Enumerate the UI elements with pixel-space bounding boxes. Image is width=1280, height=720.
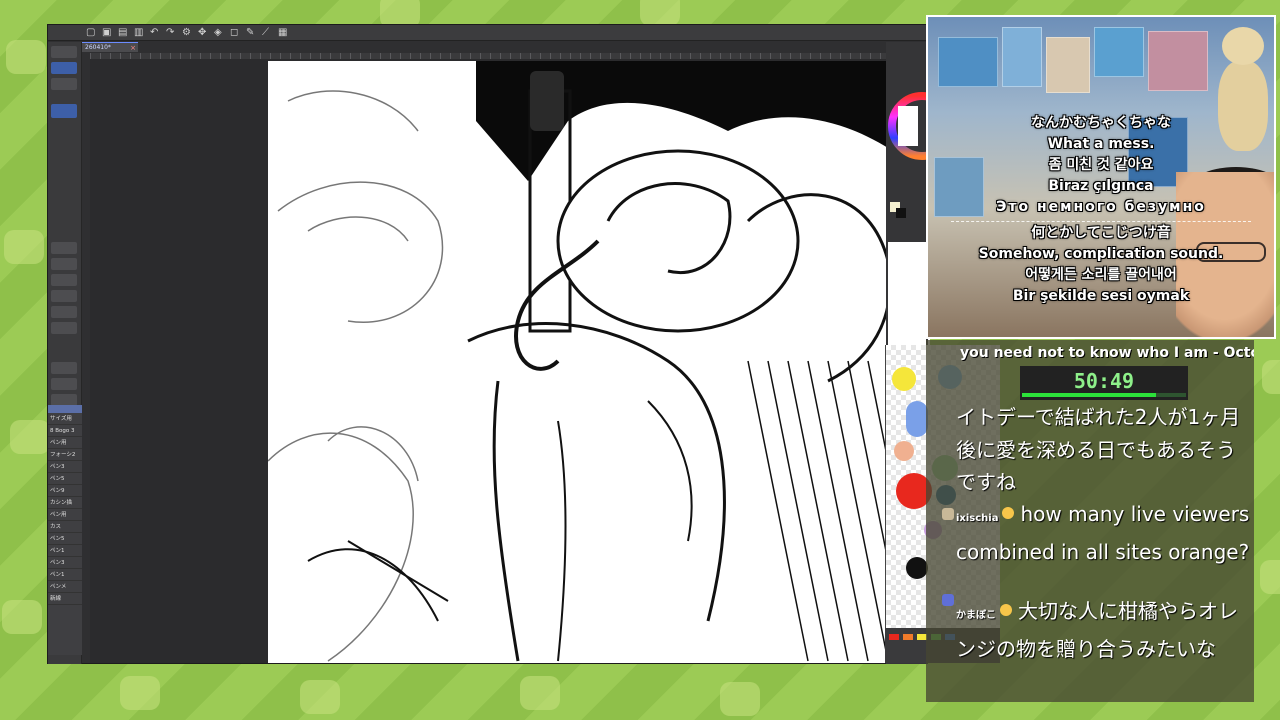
badge-icon <box>1000 603 1012 616</box>
webcam-feed: なんかむちゃくちゃな What a mess. 좀 미친 것 같아요 Biraz… <box>926 15 1276 339</box>
subtitle-line: Это немного безумно <box>996 199 1206 215</box>
sub-tool-item[interactable]: ペン3 <box>48 557 82 569</box>
drawing-app-window: ▢ ▣ ▤ ▥ ↶ ↷ ⚙ ✥ ◈ ◻ ✎ ⟋ ▦ 260410* × サイズ用… <box>47 24 930 664</box>
undo-icon[interactable]: ↶ <box>150 27 160 38</box>
chat-message: イトデーで結ばれた2人が1ヶ月後に愛を深める日でもあるそうですね <box>956 401 1252 499</box>
chat-username: かまぼこ <box>956 610 996 621</box>
color-chip[interactable] <box>903 634 913 640</box>
badge-icon <box>1002 506 1015 519</box>
transform-icon[interactable]: ✥ <box>198 27 208 38</box>
brush-size-1[interactable] <box>51 258 77 270</box>
chat-message-text: イトデーで結ばれた2人が1ヶ月後に愛を深める日でもあるそうですね <box>956 405 1241 494</box>
palette-swatch[interactable] <box>906 401 928 437</box>
brush-size-7[interactable] <box>51 378 77 390</box>
select-tool-button[interactable] <box>51 78 77 90</box>
sketch-illustration <box>268 61 930 662</box>
palette-swatch[interactable] <box>906 557 928 579</box>
sub-tool-item[interactable]: ペン5 <box>48 473 82 485</box>
ruler-icon[interactable]: ⟋ <box>262 27 272 38</box>
document-tab-label: 260410* <box>85 44 111 51</box>
sub-tool-item[interactable]: サイズ用 <box>48 413 82 425</box>
canvas-area[interactable] <box>90 59 930 663</box>
timer-progress-fill <box>1022 393 1157 397</box>
brush-size-6[interactable] <box>51 362 77 374</box>
color-wheel-icon[interactable] <box>886 72 928 192</box>
chat-message: かまぼこ 大切な人に柑橘やらオレンジの物を贈り合うみたいな <box>956 595 1252 665</box>
live-subtitles: なんかむちゃくちゃな What a mess. 좀 미친 것 같아요 Biraz… <box>928 113 1274 307</box>
subtitle-divider <box>951 221 1251 222</box>
pen-icon[interactable]: ✎ <box>246 27 256 38</box>
close-icon[interactable]: × <box>130 43 136 53</box>
drawing-canvas[interactable] <box>268 61 930 663</box>
command-bar: ▢ ▣ ▤ ▥ ↶ ↷ ⚙ ✥ ◈ ◻ ✎ ⟋ ▦ <box>48 25 926 41</box>
subtitle-line: What a mess. <box>1047 136 1155 152</box>
move-tool-button[interactable] <box>51 62 77 74</box>
brush-size-slider[interactable] <box>51 242 77 254</box>
sub-tool-panel: サイズ用 8 Bogo 3 ペン用 フォーシ2 ペン3 ペン5 ペン9 カシン描… <box>48 405 82 655</box>
sub-tool-item[interactable]: カシン描 <box>48 497 82 509</box>
brush-size-2[interactable] <box>51 274 77 286</box>
document-tab[interactable]: 260410* × <box>82 42 138 52</box>
sub-tool-item[interactable]: ペン5 <box>48 533 82 545</box>
avatar <box>942 508 954 520</box>
timer-progress-track <box>1022 393 1186 397</box>
pen-tool-button[interactable] <box>51 104 77 118</box>
sub-tool-item[interactable]: ペン3 <box>48 461 82 473</box>
brush-size-5[interactable] <box>51 322 77 334</box>
brush-size-3[interactable] <box>51 290 77 302</box>
subtitle-line: 何とかしてこじつけ音 <box>1031 225 1171 241</box>
new-file-icon[interactable]: ▢ <box>86 27 96 38</box>
zoom-tool-button[interactable] <box>51 46 77 58</box>
sub-tool-item[interactable]: ペン用 <box>48 509 82 521</box>
save-icon[interactable]: ▤ <box>118 27 128 38</box>
sub-tool-item[interactable]: ペンメ <box>48 581 82 593</box>
subtitle-line: 좀 미친 것 같아요 <box>1048 157 1154 173</box>
palette-swatch[interactable] <box>892 367 916 391</box>
sub-tool-item[interactable]: フォーシ2 <box>48 449 82 461</box>
chat-message-text: 大切な人に柑橘やらオレンジの物を贈り合うみたいな <box>956 599 1238 661</box>
sub-tool-item[interactable]: ペン9 <box>48 485 82 497</box>
select-icon[interactable]: ◻ <box>230 27 240 38</box>
sub-tool-item[interactable]: 新線 <box>48 593 82 605</box>
navigator-preview[interactable] <box>888 242 926 352</box>
sub-tool-item[interactable]: ペン1 <box>48 569 82 581</box>
sub-tool-item[interactable]: 8 Bogo 3 <box>48 425 82 437</box>
stream-timer: 50:49 <box>1020 366 1188 400</box>
chat-username: ixischia <box>956 513 999 524</box>
palette-swatch[interactable] <box>894 441 914 461</box>
timer-text: 50:49 <box>1073 369 1135 393</box>
subtitle-line: Biraz çılgınca <box>1048 178 1154 194</box>
redo-icon[interactable]: ↷ <box>166 27 176 38</box>
now-playing-text: you need not to know who I am - Octop <box>960 345 1254 361</box>
subtitle-line: 어떻게든 소리를 끌어내어 <box>1025 267 1177 283</box>
brush-size-4[interactable] <box>51 306 77 318</box>
sub-color-swatch[interactable] <box>896 208 906 218</box>
color-chip[interactable] <box>889 634 899 640</box>
subtitle-line: Somehow, complication sound. <box>978 246 1224 262</box>
open-file-icon[interactable]: ▣ <box>102 27 112 38</box>
settings-icon[interactable]: ⚙ <box>182 27 192 38</box>
print-icon[interactable]: ▥ <box>134 27 144 38</box>
sub-tool-item[interactable]: ペン用 <box>48 437 82 449</box>
chat-message-text: how many live viewers combined in all si… <box>956 502 1250 564</box>
subtitle-line: なんかむちゃくちゃな <box>1031 115 1171 131</box>
subtitle-line: Bir şekilde sesi oymak <box>1012 288 1190 304</box>
fill-icon[interactable]: ◈ <box>214 27 224 38</box>
sub-tool-item[interactable]: ペン1 <box>48 545 82 557</box>
sub-tool-header <box>48 405 82 413</box>
sub-tool-item[interactable]: カス <box>48 521 82 533</box>
avatar <box>942 594 954 606</box>
chat-message: ixischia how many live viewers combined i… <box>956 498 1252 568</box>
grid-icon[interactable]: ▦ <box>278 27 288 38</box>
